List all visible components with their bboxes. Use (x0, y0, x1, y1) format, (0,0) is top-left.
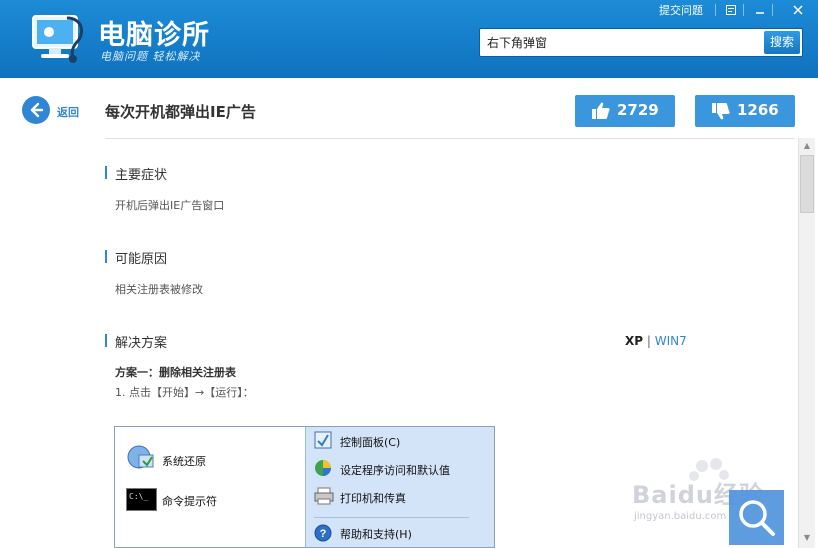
app-title: 电脑诊所 (98, 20, 210, 51)
help-icon: ? (314, 524, 332, 542)
divider (772, 4, 773, 16)
scroll-thumb[interactable] (800, 155, 814, 213)
menu-item-printers-fax[interactable]: 打印机和传真 (340, 490, 406, 506)
os-separator: | (646, 334, 651, 348)
divider (743, 4, 744, 16)
magnifier-icon (729, 490, 784, 545)
start-menu-right-pane: 控制面板(C) 设定程序访问和默认值 打印机和传真 ? 帮助和支持(H) (305, 427, 494, 547)
menu-item-system-restore[interactable]: 系统还原 (162, 453, 206, 469)
command-prompt-icon: C:\_ (126, 488, 157, 511)
scroll-up-icon[interactable]: ▲ (799, 138, 815, 154)
menu-item-command-prompt[interactable]: 命令提示符 (162, 493, 217, 509)
section-marker (105, 334, 107, 347)
submit-question-link[interactable]: 提交问题 (659, 2, 703, 18)
menu-divider (314, 517, 469, 518)
menu-item-control-panel[interactable]: 控制面板(C) (340, 434, 400, 450)
printer-icon (314, 487, 334, 505)
thumbs-up-icon (592, 102, 610, 119)
dislike-button[interactable]: 1266 (695, 95, 795, 127)
os-tab-win7[interactable]: WIN7 (655, 334, 687, 348)
step-1-text: 1. 点击【开始】→【运行】： (115, 386, 254, 399)
like-button[interactable]: 2729 (575, 95, 675, 127)
vertical-scrollbar[interactable]: ▲ ▼ (798, 138, 815, 548)
os-switch: XP | WIN7 (625, 334, 687, 348)
divider (105, 138, 795, 139)
monitor-stethoscope-icon (32, 15, 84, 63)
app-slogan: 电脑问题 轻松解决 (100, 50, 201, 63)
search-box: 搜索 (479, 28, 803, 57)
back-button[interactable] (22, 96, 50, 124)
symptom-title: 主要症状 (115, 168, 168, 183)
program-defaults-icon (315, 460, 331, 476)
plan-title: 方案一：删除相关注册表 (115, 366, 236, 379)
back-label[interactable]: 返回 (57, 104, 79, 120)
minimize-icon[interactable] (749, 0, 771, 20)
dislike-count: 1266 (737, 101, 779, 119)
thumbs-down-icon (712, 103, 730, 120)
section-marker (105, 166, 107, 179)
search-button[interactable]: 搜索 (764, 31, 800, 54)
cause-text: 相关注册表被修改 (115, 283, 203, 296)
symptom-text: 开机后弹出IE广告窗口 (115, 199, 225, 212)
system-restore-icon (127, 445, 154, 469)
arrow-left-icon (30, 102, 44, 118)
menu-icon[interactable] (720, 0, 742, 20)
start-menu-screenshot: 系统还原 C:\_ 命令提示符 控制面板(C) 设定程序访问和默认值 打印机和传… (114, 426, 495, 548)
like-count: 2729 (617, 101, 659, 119)
menu-item-program-defaults[interactable]: 设定程序访问和默认值 (340, 462, 450, 478)
app-header: 电脑诊所 电脑问题 轻松解决 提交问题 搜索 (0, 0, 818, 78)
search-input[interactable] (480, 29, 764, 56)
control-panel-icon (314, 431, 332, 449)
cause-title: 可能原因 (115, 252, 168, 267)
scroll-down-icon[interactable]: ▼ (799, 530, 815, 546)
close-icon[interactable] (787, 0, 809, 20)
svg-text:?: ? (320, 528, 327, 540)
os-tab-xp[interactable]: XP (625, 334, 643, 348)
menu-item-help-support[interactable]: 帮助和支持(H) (340, 526, 412, 542)
start-menu-left-pane: 系统还原 C:\_ 命令提示符 (115, 427, 305, 547)
section-marker (105, 250, 107, 263)
divider (715, 4, 716, 16)
page-title: 每次开机都弹出IE广告 (105, 103, 256, 121)
watermark-url: jingyan.baidu.com (634, 511, 727, 522)
solution-title: 解决方案 (115, 336, 168, 351)
